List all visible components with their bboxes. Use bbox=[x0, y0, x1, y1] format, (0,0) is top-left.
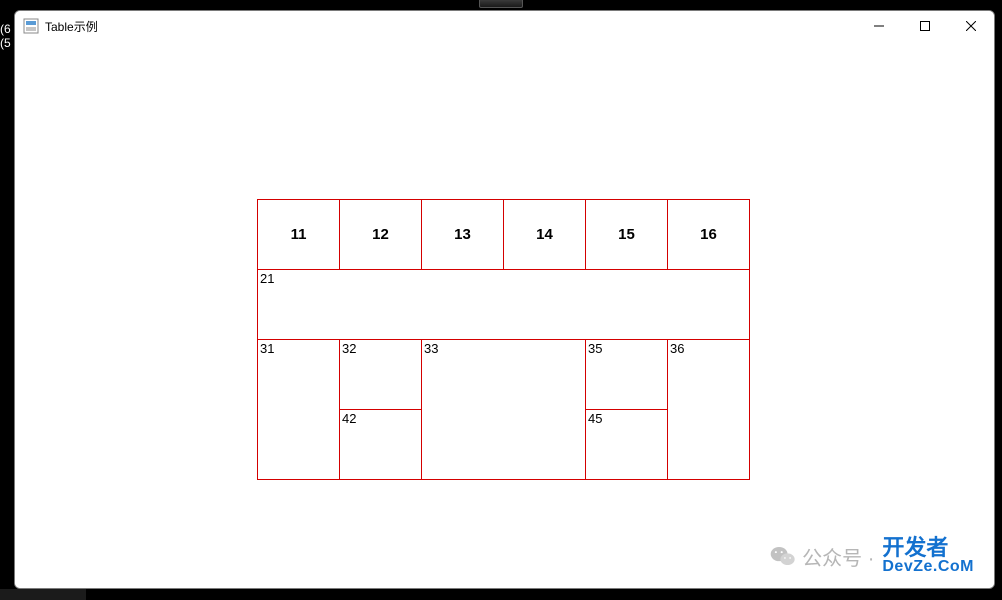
cell-45: 45 bbox=[586, 410, 668, 480]
cell-31: 31 bbox=[258, 340, 340, 480]
top-dock-handle bbox=[479, 0, 523, 8]
cell-42: 42 bbox=[340, 410, 422, 480]
window-controls bbox=[856, 11, 994, 41]
cell-15: 15 bbox=[586, 200, 668, 270]
client-area: 11 12 13 14 15 16 21 31 32 33 35 36 bbox=[15, 41, 994, 588]
wechat-icon bbox=[770, 545, 796, 567]
cell-21: 21 bbox=[258, 270, 750, 340]
cell-14: 14 bbox=[504, 200, 586, 270]
close-button[interactable] bbox=[948, 11, 994, 41]
watermark-left-text: 公众号 · bbox=[802, 542, 874, 571]
watermark-left: 公众号 · bbox=[770, 542, 874, 571]
taskbar-stub bbox=[0, 589, 86, 600]
watermark-brand-en: DevZe.CoM bbox=[882, 559, 974, 576]
demo-table: 11 12 13 14 15 16 21 31 32 33 35 36 bbox=[257, 199, 750, 480]
app-window: Table示例 11 12 13 14 15 16 bbox=[14, 10, 995, 589]
watermark: 公众号 · 开发者 DevZe.CoM bbox=[770, 536, 974, 576]
watermark-brand-cn: 开发者 bbox=[882, 536, 948, 559]
window-icon bbox=[23, 18, 39, 34]
window-title: Table示例 bbox=[45, 18, 98, 35]
cell-32: 32 bbox=[340, 340, 422, 410]
cell-16: 16 bbox=[668, 200, 750, 270]
cell-35: 35 bbox=[586, 340, 668, 410]
background-text: (6 (5 bbox=[0, 22, 11, 51]
cell-11: 11 bbox=[258, 200, 340, 270]
minimize-button[interactable] bbox=[856, 11, 902, 41]
bg-line-2: (5 bbox=[0, 36, 11, 50]
watermark-right: 开发者 DevZe.CoM bbox=[882, 536, 974, 576]
cell-13: 13 bbox=[422, 200, 504, 270]
maximize-button[interactable] bbox=[902, 11, 948, 41]
cell-12: 12 bbox=[340, 200, 422, 270]
bg-line-1: (6 bbox=[0, 22, 11, 36]
cell-33: 33 bbox=[422, 340, 586, 480]
cell-36: 36 bbox=[668, 340, 750, 480]
window-titlebar[interactable]: Table示例 bbox=[15, 11, 994, 41]
